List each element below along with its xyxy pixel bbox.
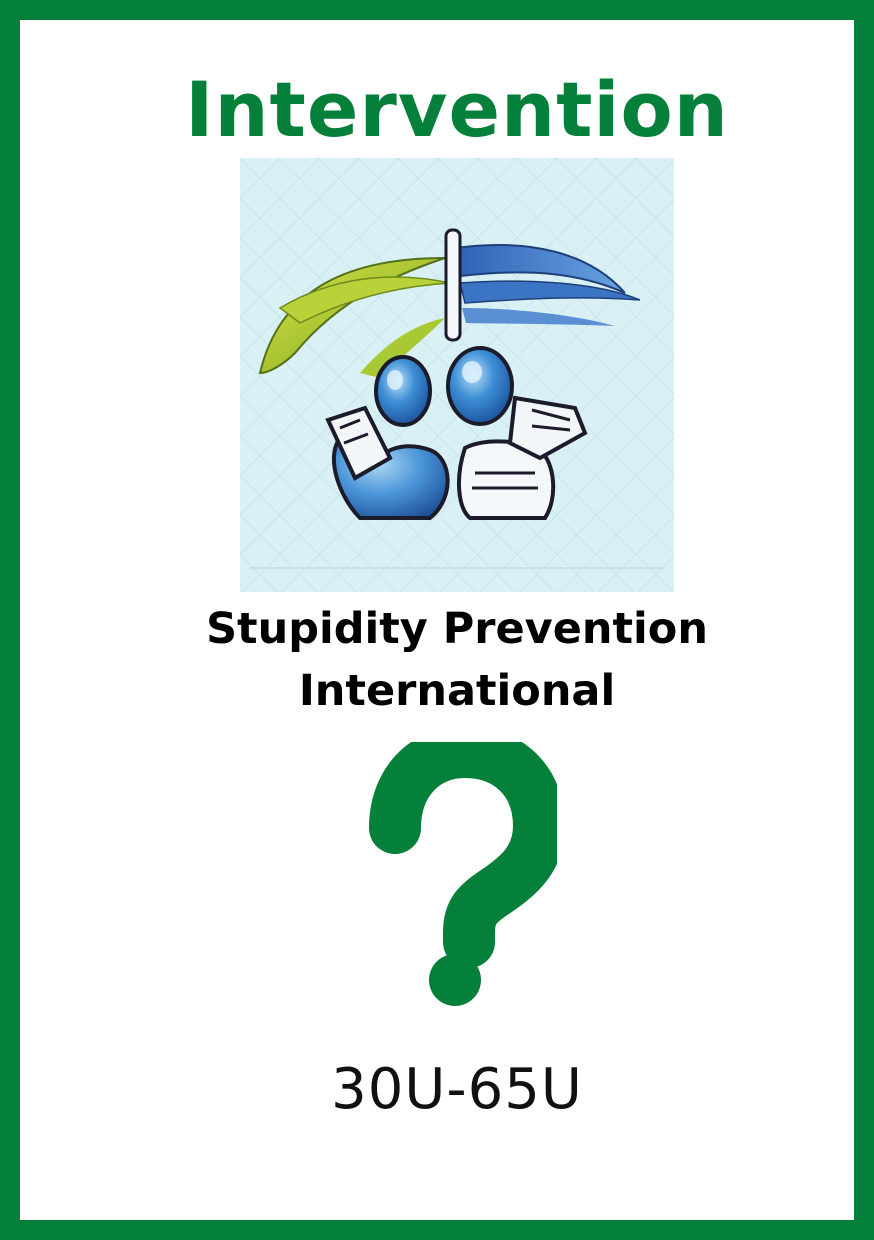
illustration-image — [240, 158, 674, 592]
intervention-card: Intervention Stupidity Prevention Intern… — [0, 0, 874, 1240]
range-value: 30U-65U — [331, 1057, 583, 1122]
organization-name-line1: Stupidity Prevention — [206, 604, 708, 654]
organization-name-line2: International — [298, 666, 616, 716]
organization-name: Stupidity Prevention International — [20, 598, 874, 722]
question-mark-icon — [357, 742, 557, 1012]
card-title: Intervention — [185, 65, 729, 154]
